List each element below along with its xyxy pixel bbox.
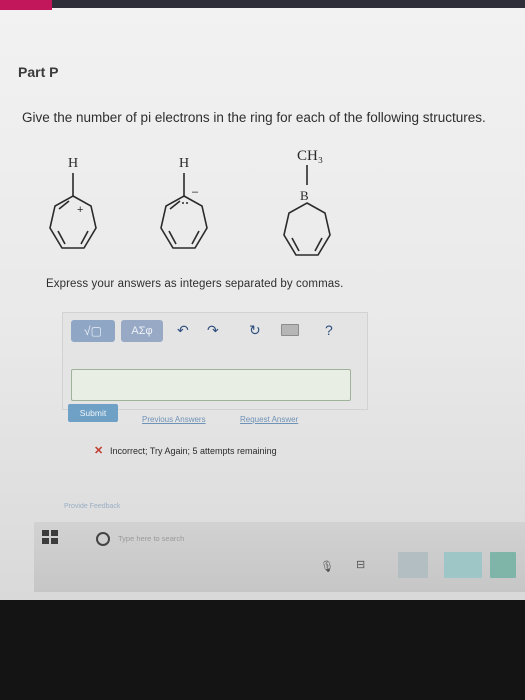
- keyboard-icon[interactable]: [281, 324, 299, 336]
- redo-icon[interactable]: ↷: [207, 322, 219, 339]
- template-button[interactable]: √▢: [71, 320, 115, 342]
- top-bar-accent: [0, 0, 52, 10]
- answer-panel: √▢ ΑΣφ ↶ ↷ ↻ ?: [62, 312, 368, 410]
- structure-2-charge: –: [192, 186, 199, 198]
- taskbar: Type here to search 🎙 ⊟: [34, 522, 525, 592]
- structure-3-boron-label: B: [300, 188, 309, 203]
- part-title: Part P: [18, 64, 59, 80]
- provide-feedback-link[interactable]: Provide Feedback: [64, 503, 120, 510]
- task-view-icon[interactable]: ⊟: [356, 558, 365, 571]
- reset-icon[interactable]: ↻: [249, 322, 261, 339]
- structure-3-ch3-label: CH₃: [297, 148, 323, 164]
- request-answer-link[interactable]: Request Answer: [240, 415, 298, 424]
- chemical-structures: H + H – CH₃ B: [49, 148, 331, 256]
- feedback-text: Incorrect; Try Again; 5 attempts remaini…: [110, 446, 277, 456]
- structure-1-charge: +: [77, 204, 83, 216]
- taskbar-app-tile[interactable]: [444, 552, 482, 578]
- screen: Part P Give the number of pi electrons i…: [0, 0, 525, 600]
- structure-1-h-label: H: [68, 156, 78, 171]
- windows-start-icon[interactable]: [42, 530, 58, 544]
- taskbar-store-tile[interactable]: [490, 552, 516, 578]
- structure-3: CH₃ B: [283, 148, 331, 256]
- taskbar-search-input[interactable]: Type here to search: [118, 534, 184, 543]
- incorrect-icon: ✕: [94, 445, 104, 457]
- structure-1: H +: [49, 156, 97, 249]
- help-icon[interactable]: ?: [325, 322, 333, 338]
- symbols-button[interactable]: ΑΣφ: [121, 320, 163, 342]
- taskbar-app-tile[interactable]: [398, 552, 428, 578]
- question-text: Give the number of pi electrons in the r…: [22, 110, 486, 125]
- instruction-text: Express your answers as integers separat…: [46, 278, 344, 290]
- structure-2: H –: [160, 156, 208, 249]
- top-bar: [0, 0, 525, 8]
- previous-answers-link[interactable]: Previous Answers: [142, 415, 206, 424]
- microphone-icon[interactable]: 🎙: [320, 560, 334, 573]
- structure-2-h-label: H: [179, 156, 189, 171]
- cortana-circle-icon[interactable]: [96, 532, 110, 546]
- undo-icon[interactable]: ↶: [177, 322, 189, 339]
- answer-input[interactable]: [71, 369, 351, 401]
- submit-button[interactable]: Submit: [68, 404, 118, 422]
